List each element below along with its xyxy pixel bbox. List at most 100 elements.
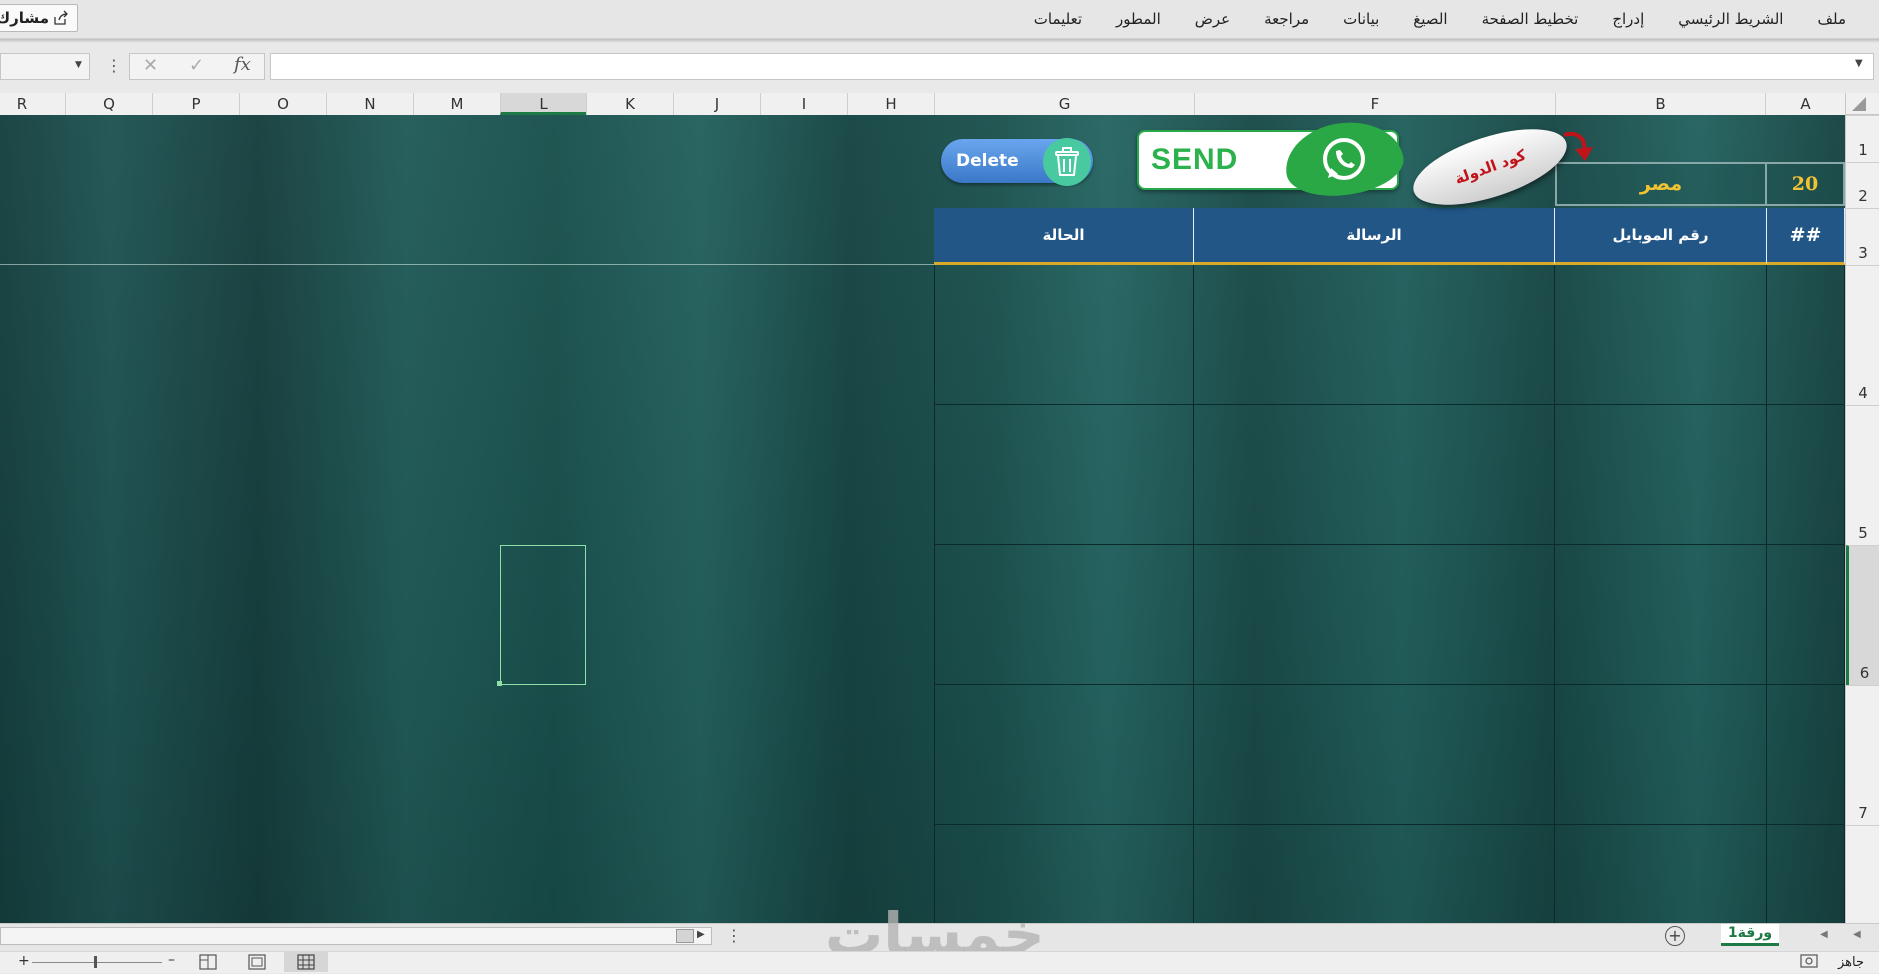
zoom-slider-thumb[interactable] [94, 956, 97, 968]
column-header-f[interactable]: F [1194, 93, 1555, 115]
tab-page-layout[interactable]: تخطيط الصفحة [1465, 0, 1596, 38]
tab-data[interactable]: بيانات [1326, 0, 1396, 38]
table-cell[interactable] [1767, 405, 1845, 545]
column-header-o[interactable]: O [239, 93, 326, 115]
column-header-b[interactable]: B [1555, 93, 1765, 115]
sheet-bar-options-icon[interactable]: ⋮ [726, 926, 742, 945]
horizontal-scrollbar[interactable] [0, 927, 712, 945]
enter-icon[interactable]: ✓ [189, 55, 204, 76]
column-header-p[interactable]: P [152, 93, 239, 115]
accessibility-icon[interactable] [1800, 954, 1818, 972]
row-header-2[interactable]: 2 [1846, 162, 1879, 208]
page-break-view-icon[interactable] [199, 954, 217, 974]
header-message[interactable]: الرسالة [1194, 208, 1555, 265]
tab-review[interactable]: مراجعة [1247, 0, 1326, 38]
header-mobile[interactable]: رقم الموبايل [1555, 208, 1767, 265]
header-index[interactable]: ## [1767, 208, 1845, 265]
sheet-nav-prev-icon[interactable]: ◀ [1820, 929, 1828, 940]
row-header-7[interactable]: 7 [1846, 685, 1879, 825]
table-cell[interactable] [1555, 685, 1767, 825]
fill-handle[interactable] [497, 681, 502, 686]
tab-help[interactable]: تعليمات [1017, 0, 1099, 38]
row-header: 1 2 3 4 5 6 7 [1845, 115, 1879, 923]
cancel-icon[interactable]: ✕ [143, 55, 158, 76]
normal-view-icon [297, 954, 315, 970]
tab-file[interactable]: ملف [1800, 0, 1863, 38]
page-break-svg [199, 954, 217, 970]
column-header-i[interactable]: I [760, 93, 847, 115]
row-header-6[interactable]: 6 [1846, 545, 1879, 685]
curved-arrow-svg [1563, 132, 1593, 161]
table-cell[interactable] [1767, 685, 1845, 825]
scroll-right-icon[interactable]: ▶ [697, 929, 705, 940]
table-cell[interactable] [1194, 825, 1555, 923]
expand-formula-icon[interactable]: ▼ [1855, 58, 1863, 69]
table-cell[interactable] [934, 545, 1194, 685]
tab-insert[interactable]: إدراج [1595, 0, 1661, 38]
column-header-a[interactable]: A [1765, 93, 1845, 115]
column-header-g[interactable]: G [934, 93, 1194, 115]
tab-view[interactable]: عرض [1178, 0, 1247, 38]
column-header-k[interactable]: K [586, 93, 673, 115]
table-cell[interactable] [1194, 545, 1555, 685]
active-cell-selection[interactable] [500, 545, 586, 685]
name-box-dropdown-icon[interactable]: ▼ [75, 60, 82, 70]
column-header-q[interactable]: Q [65, 93, 152, 115]
accessibility-svg [1800, 954, 1818, 968]
row-header-3[interactable]: 3 [1846, 208, 1879, 265]
table-cell[interactable] [1767, 545, 1845, 685]
table-cell[interactable] [934, 405, 1194, 545]
table-cell[interactable] [1555, 825, 1767, 923]
more-options-icon[interactable]: ⋮ [106, 56, 122, 75]
table-cell[interactable] [1194, 685, 1555, 825]
normal-view-button[interactable] [284, 952, 328, 972]
tab-formulas[interactable]: الصيغ [1396, 0, 1464, 38]
sheet-tab-1[interactable]: ورقة1 [1721, 924, 1779, 946]
column-header-n[interactable]: N [326, 93, 413, 115]
whatsapp-icon[interactable] [1316, 132, 1372, 192]
table-cell[interactable] [1767, 825, 1845, 923]
country-code-badge-label: كود الدولة [1451, 145, 1529, 189]
column-header-j[interactable]: J [673, 93, 760, 115]
country-code-cell[interactable]: 20 [1765, 162, 1845, 206]
horizontal-scroll-thumb[interactable] [676, 929, 694, 943]
share-button[interactable]: مشارك [0, 4, 78, 32]
tab-home[interactable]: الشريط الرئيسي [1661, 0, 1800, 38]
zoom-slider-track[interactable] [32, 962, 162, 963]
trash-svg [1055, 147, 1079, 176]
row-header-5[interactable]: 5 [1846, 405, 1879, 545]
table-cell[interactable] [1767, 265, 1845, 405]
table-cell[interactable] [1555, 405, 1767, 545]
column-header-r[interactable]: R [0, 93, 65, 115]
delete-button-label: Delete [956, 151, 1019, 171]
select-all-triangle-icon[interactable] [1852, 97, 1866, 111]
share-label: مشارك [0, 9, 49, 27]
header-status[interactable]: الحالة [934, 208, 1194, 265]
insert-function-icon[interactable]: fx [234, 54, 251, 75]
ribbon-shadow [0, 39, 1879, 43]
zoom-out-icon[interactable]: – [168, 952, 175, 968]
table-cell[interactable] [1555, 545, 1767, 685]
table-cell[interactable] [934, 265, 1194, 405]
share-icon [54, 10, 68, 25]
table-cell[interactable] [1194, 265, 1555, 405]
page-layout-view-icon[interactable] [248, 954, 266, 974]
sheet-nav-next-icon[interactable]: ◀ [1853, 929, 1861, 940]
row-header-1[interactable]: 1 [1846, 115, 1879, 162]
tab-developer[interactable]: المطور [1099, 0, 1178, 38]
column-header-h[interactable]: H [847, 93, 934, 115]
table-cell[interactable] [1194, 405, 1555, 545]
column-header-m[interactable]: M [413, 93, 500, 115]
add-sheet-icon[interactable]: + [1665, 926, 1685, 946]
row-header-4[interactable]: 4 [1846, 265, 1879, 405]
row-header-8[interactable] [1846, 825, 1879, 923]
table-cell[interactable] [1555, 265, 1767, 405]
trash-icon[interactable] [1043, 138, 1091, 186]
zoom-in-icon[interactable]: + [18, 953, 30, 969]
table-cell[interactable] [934, 685, 1194, 825]
status-bar [0, 951, 1879, 973]
column-header-l[interactable]: L [500, 93, 586, 115]
sheet-grid[interactable]: 20 مصر ## رقم الموبايل الرسالة الحالة De… [0, 115, 1845, 923]
ribbon-bar: ملف الشريط الرئيسي إدراج تخطيط الصفحة ال… [0, 0, 1879, 39]
formula-input[interactable] [270, 53, 1874, 80]
